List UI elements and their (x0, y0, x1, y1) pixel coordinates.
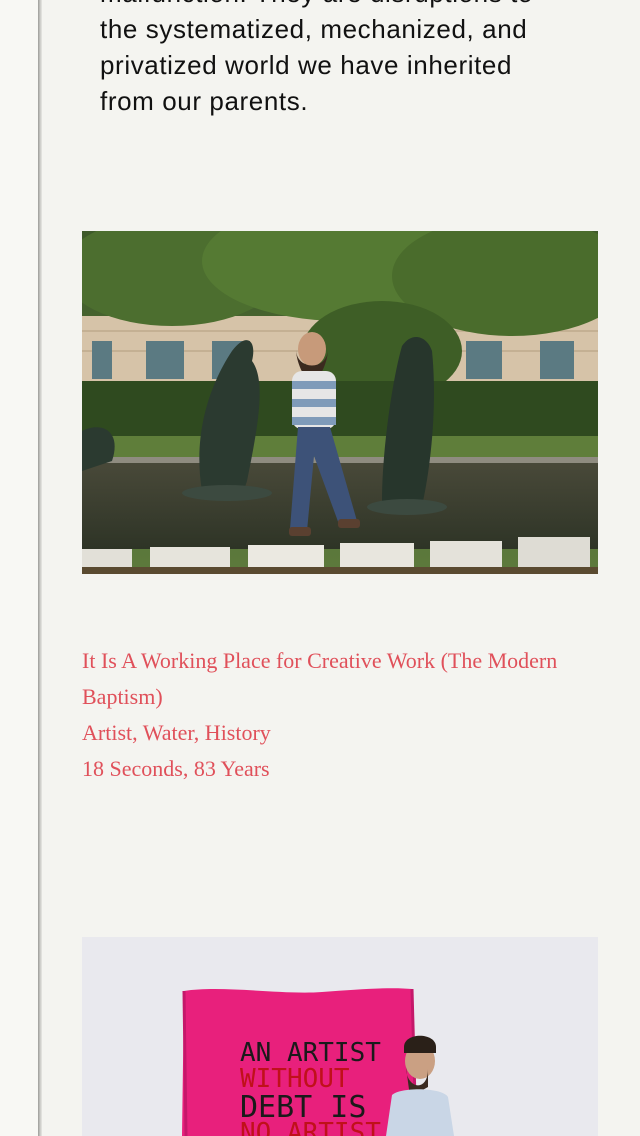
intro-line: malfunction. They are disruptions to (100, 0, 533, 8)
project-tags: Artist, Water, History (82, 720, 271, 745)
main-content: malfunction. They are disruptions to the… (42, 0, 640, 1136)
intro-line: from our parents. (100, 86, 309, 116)
intro-line: privatized world we have inherited (100, 50, 513, 80)
project-title-link[interactable]: It Is A Working Place for Creative Work … (82, 643, 622, 715)
intro-line: the systematized, mechanized, and (100, 14, 528, 44)
intro-paragraph: malfunction. They are disruptions to the… (100, 0, 600, 119)
fountain-scene-image (82, 231, 598, 574)
project-photo-banner[interactable]: AN ARTIST WITHOUT DEBT IS NO ARTIST (82, 937, 598, 1136)
project-caption[interactable]: It Is A Working Place for Creative Work … (82, 643, 622, 787)
project-meta: 18 Seconds, 83 Years (82, 756, 270, 781)
banner-scene-image: AN ARTIST WITHOUT DEBT IS NO ARTIST (82, 937, 598, 1136)
project-photo-fountain[interactable] (82, 231, 598, 574)
banner-text-line: NO ARTIST (240, 1118, 381, 1136)
side-panel (0, 0, 38, 1136)
